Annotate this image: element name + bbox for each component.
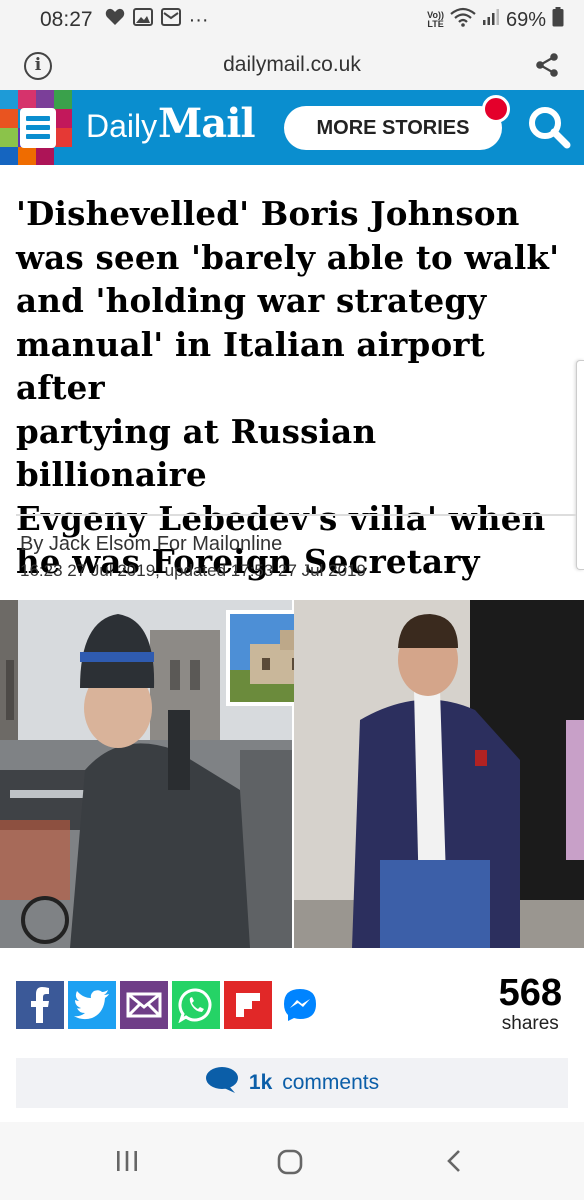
lte-indicator: Vo)) LTE [427, 11, 444, 29]
menu-button[interactable] [20, 108, 56, 148]
heart-icon [105, 8, 125, 32]
lte-label: LTE [427, 19, 444, 29]
headline-line: was seen 'barely able to walk' [16, 237, 560, 277]
scroll-indicator[interactable] [576, 360, 584, 570]
article-byline[interactable]: By Jack Elsom For Mailonline [20, 533, 282, 556]
status-time: 08:27 [40, 8, 93, 31]
home-icon[interactable] [276, 1148, 304, 1181]
signal-icon [482, 8, 500, 32]
share-count-label: shares [501, 1013, 559, 1034]
logo-mail[interactable]: Mail [158, 100, 256, 147]
whatsapp-icon[interactable] [172, 981, 220, 1029]
wifi-icon [450, 7, 476, 33]
url-text[interactable]: dailymail.co.uk [223, 53, 361, 77]
flipboard-icon[interactable] [224, 981, 272, 1029]
notification-dot [482, 95, 510, 123]
battery-percent: 69% [505, 8, 546, 31]
mail-notification-icon [160, 8, 181, 32]
comment-bubble-icon [205, 1066, 239, 1100]
browser-url-bar: i dailymail.co.uk [0, 40, 584, 90]
comments-button[interactable]: 1k comments [16, 1058, 568, 1108]
headline-line: partying at Russian billionaire [16, 411, 377, 495]
battery-icon [552, 7, 564, 33]
more-notifications: ··· [188, 8, 209, 31]
article-dateline: 16:23 27 Jul 2019, updated 17:53 27 Jul … [20, 561, 366, 580]
headline-line: manual' in Italian airport after [16, 324, 485, 408]
comments-count: 1k [248, 1071, 273, 1094]
logo-daily[interactable]: Daily [86, 108, 157, 145]
share-count: 568 shares [499, 973, 562, 1035]
more-stories-button[interactable]: MORE STORIES [284, 106, 502, 150]
site-header: Daily Mail MORE STORIES [0, 90, 584, 165]
headline-line: and 'holding war strategy [16, 281, 487, 320]
status-bar: 08:27 ··· Vo)) LTE 69% [0, 0, 584, 40]
search-icon[interactable] [526, 104, 572, 155]
back-icon[interactable] [442, 1148, 468, 1179]
comments-label: comments [282, 1071, 380, 1094]
system-nav-bar [0, 1122, 584, 1200]
messenger-icon[interactable] [276, 981, 324, 1029]
info-icon[interactable]: i [24, 52, 52, 80]
headline-line: 'Dishevelled' Boris Johnson [16, 194, 520, 233]
recent-apps-icon[interactable] [114, 1148, 140, 1179]
facebook-icon[interactable] [16, 981, 64, 1029]
share-count-number: 568 [498, 972, 562, 1014]
gallery-icon [132, 8, 153, 32]
share-buttons [16, 981, 324, 1029]
article-hero-image[interactable] [0, 600, 584, 948]
email-icon[interactable] [120, 981, 168, 1029]
divider [16, 514, 576, 516]
twitter-icon[interactable] [68, 981, 116, 1029]
article-headline: 'Dishevelled' Boris Johnson was seen 'ba… [16, 192, 572, 584]
share-icon[interactable] [534, 52, 560, 83]
